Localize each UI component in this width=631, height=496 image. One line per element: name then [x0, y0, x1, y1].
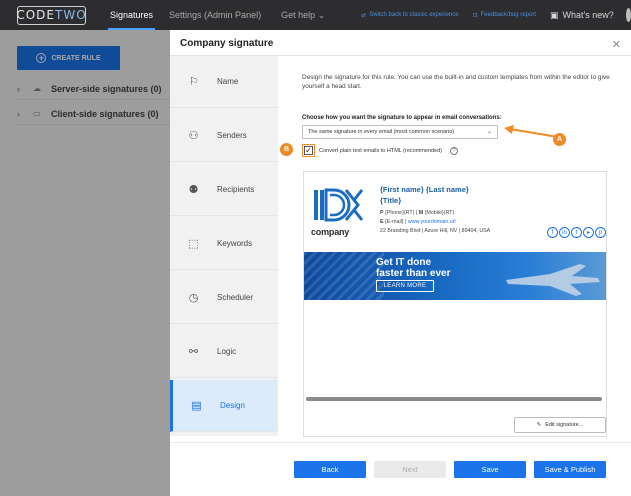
feedback-icon: ⊡: [472, 12, 478, 19]
edit-signature-button[interactable]: ✎ Edit signature...: [514, 417, 606, 433]
nav-get-help[interactable]: Get help ⌄: [273, 0, 333, 30]
pinterest-icon[interactable]: p: [595, 227, 606, 238]
linkedin-icon[interactable]: in: [559, 227, 570, 238]
avatar[interactable]: [625, 8, 631, 22]
next-button[interactable]: Next: [374, 461, 446, 478]
conversation-mode-select[interactable]: The same signature in every email (most …: [302, 125, 498, 139]
close-icon[interactable]: ✕: [612, 38, 621, 51]
gift-icon: ▣: [549, 9, 559, 20]
youtube-icon[interactable]: ▸: [583, 227, 594, 238]
step-scheduler[interactable]: ◷ Scheduler: [170, 272, 278, 324]
keywords-icon: ⬚: [188, 238, 199, 250]
preview-scrollbar[interactable]: [306, 397, 602, 401]
recipients-icon: ⚉: [188, 184, 199, 196]
senders-icon: ⚇: [188, 130, 199, 142]
chevron-down-icon: ⌄: [317, 9, 326, 20]
marker-b: B: [280, 143, 293, 156]
banner-headline: Get IT done faster than ever: [376, 257, 451, 279]
signature-preview: company {First name} {Last name} {Title}…: [303, 171, 607, 437]
company-signature-dialog: Company signature ✕ ⚐ Name ⚇ Senders ⚉ R…: [170, 30, 631, 496]
nav-signatures[interactable]: Signatures: [102, 0, 161, 30]
signature-email-line: E {E-mail} | www.yourdomain.url: [380, 219, 456, 225]
top-bar: CODE TWO Signatures Settings (Admin Panel…: [0, 0, 631, 30]
save-publish-button[interactable]: Save & Publish: [534, 461, 606, 478]
pencil-icon: ✎: [536, 422, 542, 428]
step-logic[interactable]: ⚯ Logic: [170, 326, 278, 378]
whats-new-button[interactable]: ▣ What's new?: [550, 10, 614, 21]
marker-a: A: [553, 133, 566, 146]
feedback-link[interactable]: ⊡ Feedback/bug report: [473, 12, 536, 19]
signature-address: 22 Branding Blvd | Azure Hill, NV | 8940…: [380, 228, 491, 234]
signature-name: {First name} {Last name}: [380, 185, 469, 194]
step-keywords[interactable]: ⬚ Keywords: [170, 218, 278, 270]
footer-divider: [170, 442, 631, 443]
step-recipients[interactable]: ⚉ Recipients: [170, 164, 278, 216]
wizard-steps: ⚐ Name ⚇ Senders ⚉ Recipients ⬚ Keywords…: [170, 56, 278, 436]
company-wordmark: company: [311, 227, 350, 237]
codetwo-logo[interactable]: CODE TWO: [16, 5, 86, 25]
back-button[interactable]: Back: [294, 461, 366, 478]
switch-icon: ⇄: [361, 12, 367, 19]
nav-settings[interactable]: Settings (Admin Panel): [161, 0, 269, 30]
switch-classic-link[interactable]: ⇄ Switch back to classic experience: [361, 12, 458, 19]
clock-icon: ◷: [188, 292, 199, 304]
step-name[interactable]: ⚐ Name: [170, 56, 278, 108]
facebook-icon[interactable]: f: [547, 227, 558, 238]
design-icon: ▤: [191, 400, 202, 412]
chevron-down-icon: ⌄: [486, 129, 492, 135]
jet-icon: [506, 264, 600, 296]
learn-more-button[interactable]: LEARN MORE: [376, 280, 434, 292]
twitter-icon[interactable]: t: [571, 227, 582, 238]
step-senders[interactable]: ⚇ Senders: [170, 110, 278, 162]
choose-label: Choose how you want the signature to app…: [302, 115, 502, 121]
design-content: Design the signature for this rule. You …: [302, 73, 612, 157]
save-button[interactable]: Save: [454, 461, 526, 478]
convert-html-option: ✓ Convert plain text emails to HTML (rec…: [302, 144, 458, 157]
help-icon[interactable]: ?: [449, 146, 458, 155]
dialog-title: Company signature: [180, 38, 274, 49]
main-nav: Signatures Settings (Admin Panel) Get he…: [102, 0, 333, 30]
checkbox-highlight: ✓: [302, 144, 315, 157]
design-description: Design the signature for this rule. You …: [302, 74, 610, 90]
step-design[interactable]: ▤ Design: [170, 380, 278, 432]
signature-phone-line: P {Phone}(RT) | M {Mobile}(RT): [380, 210, 455, 216]
signpost-icon: ⚐: [188, 76, 199, 88]
convert-html-checkbox[interactable]: ✓: [304, 146, 313, 155]
banner-stripes: [304, 252, 384, 300]
signature-title: {Title}: [380, 196, 402, 205]
logic-icon: ⚯: [188, 346, 199, 358]
signature-banner[interactable]: Get IT done faster than ever LEARN MORE: [304, 252, 606, 300]
